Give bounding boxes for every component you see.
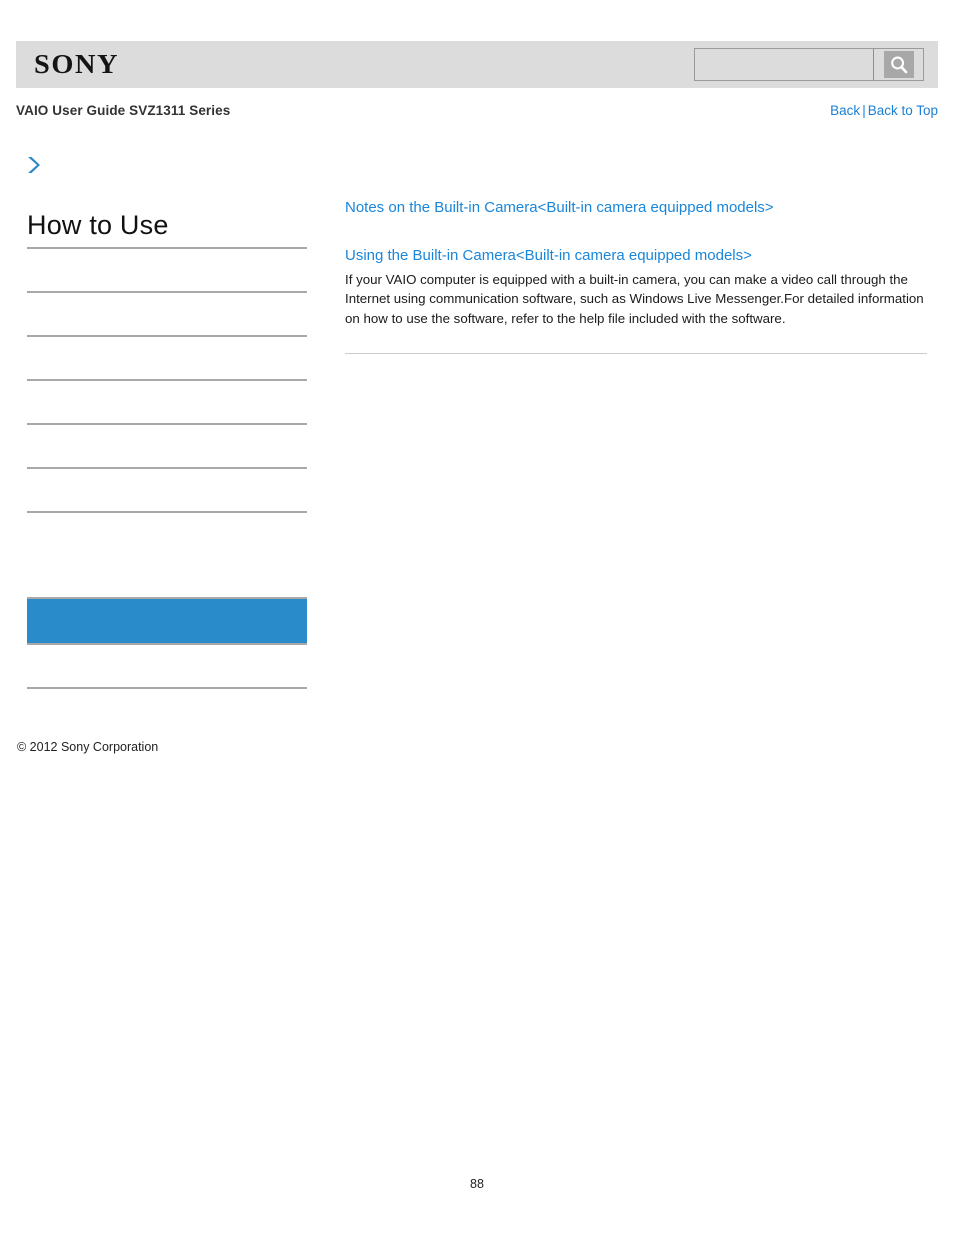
search-box [694,48,924,81]
sidebar-gap-2 [27,645,307,687]
nav-separator: | [862,102,866,118]
sidebar-item-2[interactable] [27,290,307,335]
sidebar-list [16,246,316,689]
search-input[interactable] [695,49,873,80]
chevron-right-icon[interactable] [25,155,43,175]
sidebar-bottom-rule [27,686,307,689]
copyright-text: © 2012 Sony Corporation [17,740,159,754]
sidebar: How to Use [16,155,316,689]
sidebar-item-3[interactable] [27,334,307,379]
sidebar-item-7[interactable] [27,510,307,555]
sidebar-item-4[interactable] [27,378,307,423]
main-content: Notes on the Built-in Camera<Built-in ca… [345,197,927,355]
back-link[interactable]: Back [830,103,860,118]
back-to-top-link[interactable]: Back to Top [868,103,938,118]
sidebar-gap [27,555,307,597]
sidebar-item-6[interactable] [27,466,307,511]
search-button[interactable] [873,49,923,80]
sidebar-heading: How to Use [27,210,169,240]
site-header: SONY [16,41,938,88]
sidebar-item-5[interactable] [27,422,307,467]
topic-link-notes[interactable]: Notes on the Built-in Camera<Built-in ca… [345,197,927,219]
topic-body-text: If your VAIO computer is equipped with a… [345,271,924,326]
sony-logo: SONY [34,49,120,79]
sidebar-item-1[interactable] [27,246,307,291]
page-number: 88 [470,1177,484,1191]
page-title: VAIO User Guide SVZ1311 Series [16,102,231,118]
sidebar-item-selected[interactable] [27,596,307,645]
nav-links: Back | Back to Top [830,103,938,118]
search-icon [883,51,914,78]
topic-link-using[interactable]: Using the Built-in Camera<Built-in camer… [345,245,927,267]
breadcrumb: VAIO User Guide SVZ1311 Series Back | Back… [16,99,938,121]
content-divider [345,353,927,355]
